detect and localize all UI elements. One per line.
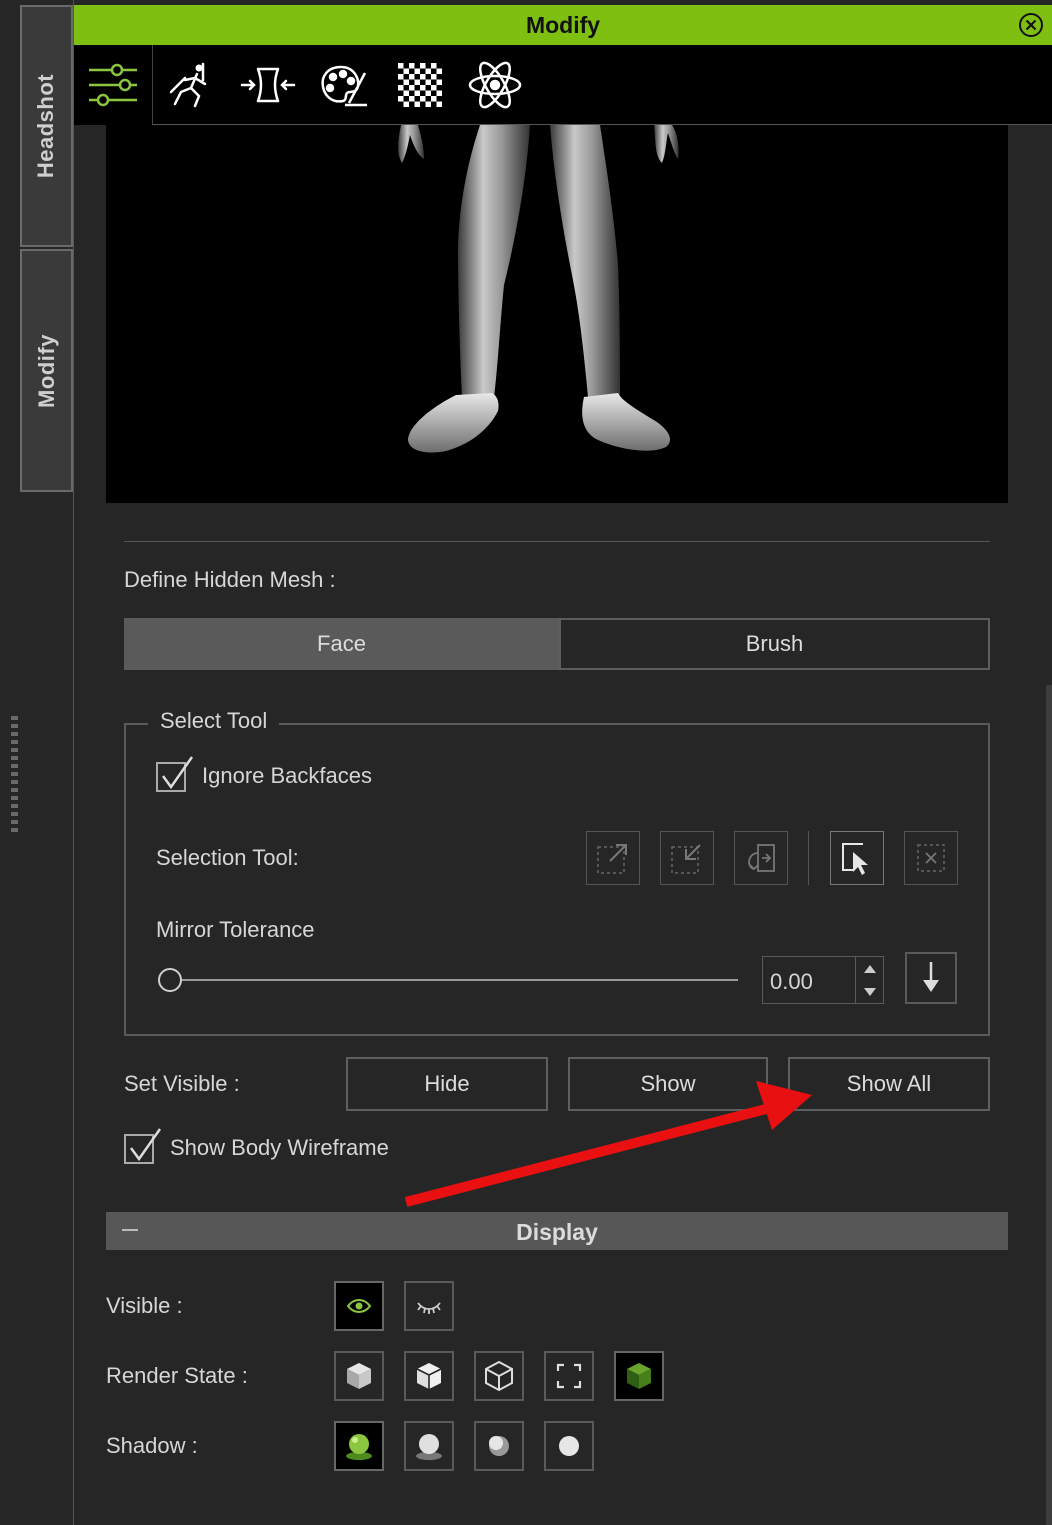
annotation-arrow [404,1081,812,1207]
annotation-arrow-shaft [404,1102,776,1207]
annotation-arrow-head [756,1081,812,1130]
